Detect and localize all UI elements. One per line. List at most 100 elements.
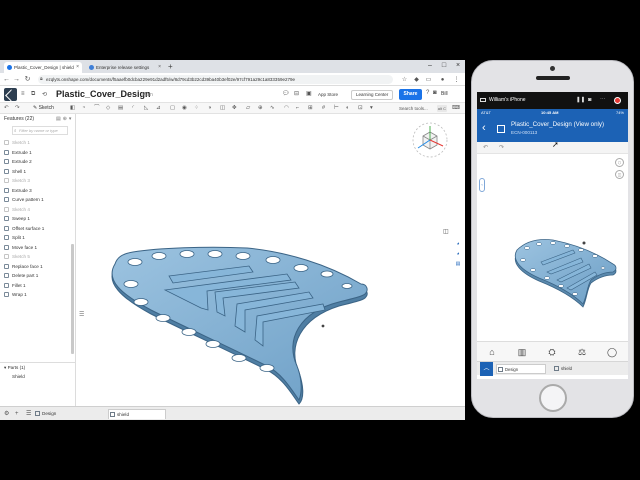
parts-header[interactable]: ▾ Parts (1) bbox=[4, 365, 25, 371]
feature-list-scrollbar[interactable] bbox=[71, 244, 74, 354]
hole-icon[interactable]: ◉ bbox=[182, 104, 187, 113]
cast-icon[interactable]: ▭ bbox=[424, 75, 433, 85]
library-icon[interactable]: ▥ bbox=[514, 345, 530, 359]
tab-list-icon[interactable]: ☰ bbox=[26, 409, 31, 419]
feature-item[interactable]: Wrap 1 bbox=[4, 290, 72, 300]
sketch-button[interactable]: ✎ Sketch bbox=[33, 104, 54, 113]
account-button[interactable]: Bill bbox=[441, 90, 448, 99]
draft-icon[interactable]: ⊿ bbox=[156, 104, 161, 113]
shield-part-3d-mobile[interactable] bbox=[477, 154, 628, 341]
comment-icon[interactable]: ◯ bbox=[604, 345, 620, 359]
share-button[interactable]: Share bbox=[399, 89, 422, 100]
more-icon[interactable]: ⋯ bbox=[600, 96, 606, 105]
search-tools-input[interactable]: Search tools... alt C bbox=[399, 104, 447, 113]
sheet-metal-icon[interactable]: ⌐ bbox=[296, 104, 299, 113]
app-store-button[interactable]: App Store bbox=[318, 90, 338, 100]
maximize-icon[interactable]: □ bbox=[438, 60, 450, 72]
features-header[interactable]: Features (22) bbox=[4, 116, 34, 122]
url-input[interactable]: 🔒︎ ezqlyts.onshape.com/documents/f5aaefb… bbox=[38, 75, 393, 84]
view-options-icon[interactable]: ◫ bbox=[443, 228, 449, 235]
pattern-icon[interactable]: ⁘ bbox=[194, 104, 199, 113]
versions-icon[interactable]: ⧉ bbox=[31, 91, 35, 98]
view-cube-icon[interactable]: ⬡ bbox=[615, 158, 624, 167]
boolean-icon[interactable]: ◑ bbox=[208, 104, 211, 113]
balance-icon[interactable]: ⚖ bbox=[574, 345, 590, 359]
back-chevron-icon[interactable]: ‹ bbox=[482, 121, 486, 135]
learning-center-button[interactable]: Learning Center bbox=[351, 90, 394, 100]
settings-icon[interactable]: ⚙ bbox=[4, 409, 9, 419]
shell-icon[interactable]: ▢ bbox=[170, 104, 175, 113]
bom-icon[interactable]: ▤ bbox=[454, 259, 462, 269]
list-toggle-icon[interactable]: ☰ bbox=[79, 311, 84, 318]
camera-icon[interactable]: ◙ bbox=[433, 90, 437, 96]
thicken-icon[interactable]: ▤ bbox=[118, 104, 123, 113]
panel-handle-icon[interactable]: ‹ bbox=[479, 178, 485, 192]
shield-part-3d[interactable] bbox=[77, 114, 465, 412]
revolve-icon[interactable]: ◔ bbox=[82, 104, 85, 113]
measure-icon[interactable]: ⊢ bbox=[334, 104, 339, 113]
feature-item[interactable]: Delete part 1 bbox=[4, 271, 72, 281]
star-icon[interactable]: ☆ bbox=[400, 75, 409, 85]
split-icon[interactable]: ◫ bbox=[220, 104, 225, 113]
help-icon[interactable]: ? bbox=[426, 90, 429, 96]
part-item-shield[interactable]: Shield bbox=[12, 374, 25, 379]
variable-icon[interactable]: # bbox=[322, 104, 325, 113]
keyboard-icon[interactable]: ⌨ bbox=[452, 104, 460, 113]
menu-icon[interactable]: ⋮ bbox=[452, 75, 461, 85]
pause-icon[interactable]: ❚❚ bbox=[576, 96, 585, 105]
forward-icon[interactable]: → bbox=[12, 74, 21, 85]
document-title[interactable]: Plastic_Cover_Design bbox=[56, 89, 151, 99]
mobile-tab-design[interactable]: Design bbox=[496, 364, 546, 374]
close-tab-icon[interactable]: × bbox=[76, 62, 79, 73]
feature-item[interactable]: Sketch 3 bbox=[4, 176, 72, 186]
close-icon[interactable]: × bbox=[452, 60, 464, 72]
extrude-icon[interactable]: ◧ bbox=[70, 104, 75, 113]
transform-icon[interactable]: ✥ bbox=[232, 104, 237, 113]
feature-item[interactable]: Curve pattern 1 bbox=[4, 195, 72, 205]
feature-item[interactable]: Replace face 1 bbox=[4, 262, 72, 272]
render-icon[interactable]: ◐ bbox=[346, 104, 349, 113]
feature-item[interactable]: Extrude 3 bbox=[4, 186, 72, 196]
redo-icon[interactable]: ↷ bbox=[15, 104, 20, 113]
home-button[interactable] bbox=[539, 384, 567, 412]
tab-shield[interactable]: shield bbox=[108, 409, 166, 419]
add-tab-icon[interactable]: + bbox=[15, 409, 19, 419]
parts-divider[interactable] bbox=[0, 362, 76, 363]
camera-icon[interactable]: ◙ bbox=[588, 96, 591, 105]
appearance-icon[interactable]: ◕ bbox=[454, 239, 462, 249]
feature-panel-actions[interactable]: ▤⊕▾ bbox=[56, 116, 73, 122]
chevron-up-icon[interactable]: ︿ bbox=[480, 362, 493, 376]
tab-design[interactable]: Design bbox=[34, 409, 74, 419]
chamfer-icon[interactable]: ◺ bbox=[144, 104, 148, 113]
mobile-tab-shield[interactable]: shield bbox=[553, 364, 603, 374]
mate-connector-icon[interactable]: ⊕ bbox=[258, 104, 263, 113]
hamburger-icon[interactable]: ≡ bbox=[21, 91, 25, 97]
frame-icon[interactable]: ⊞ bbox=[308, 104, 313, 113]
section-icon[interactable]: ⊡ bbox=[358, 104, 363, 113]
comment-icon[interactable]: 💬︎ bbox=[282, 90, 290, 97]
onshape-logo-icon[interactable] bbox=[4, 88, 17, 101]
branch-label[interactable]: Main bbox=[142, 92, 153, 98]
feature-item[interactable]: Extrude 2 bbox=[4, 157, 72, 167]
feature-item[interactable]: Sketch 5 bbox=[4, 252, 72, 262]
undo-icon[interactable]: ↶ bbox=[483, 143, 488, 153]
close-tab-icon[interactable]: × bbox=[158, 62, 161, 73]
browser-tab[interactable]: Enterprise release settings × bbox=[86, 62, 164, 73]
redo-icon[interactable]: ↷ bbox=[499, 143, 504, 153]
sweep-icon[interactable]: ⌒ bbox=[94, 104, 100, 113]
reload-icon[interactable]: ↻ bbox=[23, 74, 32, 85]
mobile-doc-title[interactable]: Plastic_Cover_Design (View only) bbox=[511, 121, 604, 128]
profile-icon[interactable]: ● bbox=[438, 75, 447, 85]
view-options-icon[interactable]: ◫ bbox=[615, 170, 624, 179]
feature-item[interactable]: Move face 1 bbox=[4, 243, 72, 253]
undo-history-icon[interactable]: ⟲ bbox=[42, 91, 47, 98]
record-icon[interactable] bbox=[614, 97, 621, 104]
feature-item[interactable]: Sweep 1 bbox=[4, 214, 72, 224]
back-icon[interactable]: ← bbox=[2, 74, 11, 85]
feature-item[interactable]: Sketch 4 bbox=[4, 205, 72, 215]
home-icon[interactable]: ⌂ bbox=[484, 345, 500, 359]
feature-item[interactable]: Fillet 1 bbox=[4, 281, 72, 291]
mobile-3d-viewport[interactable]: ‹ ⬡ ◫ bbox=[477, 154, 628, 341]
feature-item[interactable]: Shell 1 bbox=[4, 167, 72, 177]
appearance-icon[interactable]: ◕ bbox=[454, 249, 462, 259]
